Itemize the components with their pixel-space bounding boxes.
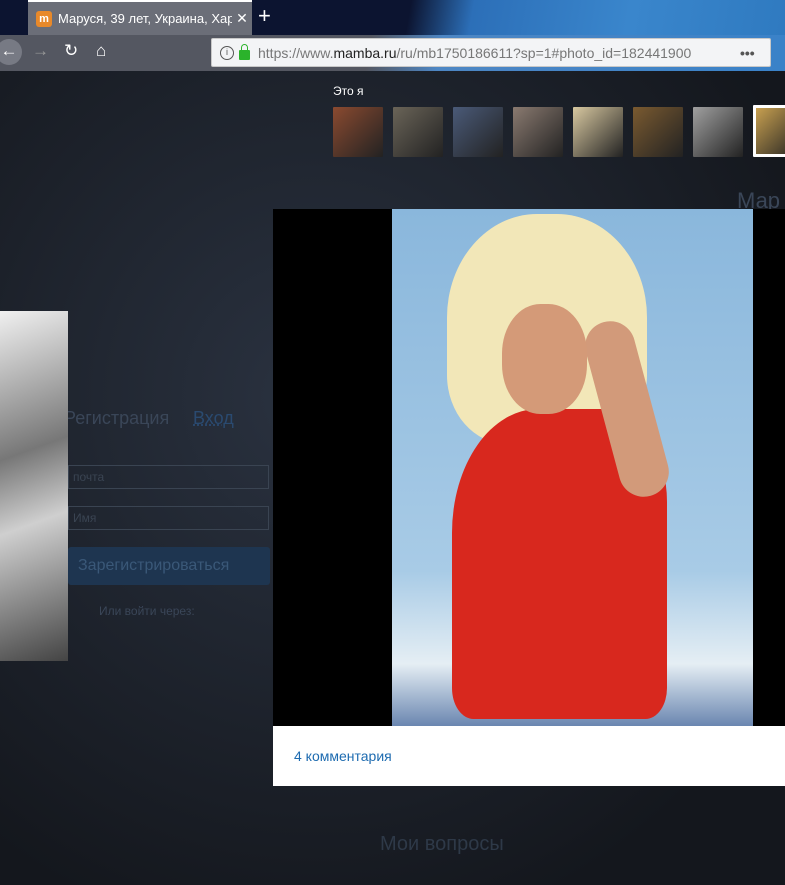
page-actions-icon[interactable]: ••• bbox=[740, 45, 770, 61]
browser-tab[interactable]: m Маруся, 39 лет, Украина, Харь ✕ bbox=[28, 0, 252, 35]
photo-thumbnail[interactable] bbox=[573, 107, 623, 157]
new-tab-button[interactable]: + bbox=[258, 3, 271, 29]
address-bar[interactable]: i https://www.mamba.ru/ru/mb1750186611?s… bbox=[211, 38, 771, 67]
back-icon[interactable]: ← bbox=[0, 39, 22, 65]
tab-bar: m Маруся, 39 лет, Украина, Харь ✕ + bbox=[0, 0, 785, 35]
main-photo bbox=[392, 209, 753, 726]
photo-thumbnail[interactable] bbox=[513, 107, 563, 157]
photo-viewer[interactable] bbox=[273, 209, 785, 726]
photo-thumbnail[interactable] bbox=[333, 107, 383, 157]
url-text[interactable]: https://www.mamba.ru/ru/mb1750186611?sp=… bbox=[258, 45, 740, 61]
home-icon[interactable]: ⌂ bbox=[96, 41, 106, 61]
name-field: Имя bbox=[68, 506, 269, 530]
photo-thumbnail[interactable] bbox=[753, 105, 785, 157]
or-login-label: Или войти через: bbox=[99, 604, 195, 618]
photo-thumbnail[interactable] bbox=[393, 107, 443, 157]
comments-bar: 4 комментария bbox=[273, 726, 785, 786]
login-tab: Вход bbox=[193, 408, 234, 428]
reload-icon[interactable]: ↻ bbox=[64, 41, 78, 61]
photo-thumbnail[interactable] bbox=[633, 107, 683, 157]
register-button: Зарегистрироваться bbox=[68, 547, 270, 585]
previous-photo[interactable] bbox=[0, 311, 68, 661]
my-questions-heading: Мои вопросы bbox=[380, 833, 504, 855]
lock-icon bbox=[239, 43, 250, 60]
album-label: Это я bbox=[333, 84, 364, 98]
forward-icon[interactable]: → bbox=[32, 41, 49, 61]
register-tab: Регистрация bbox=[64, 408, 170, 428]
comments-link[interactable]: 4 комментария bbox=[294, 748, 392, 764]
photo-thumbnail[interactable] bbox=[693, 107, 743, 157]
thumbnail-strip bbox=[333, 105, 785, 157]
info-icon[interactable]: i bbox=[220, 45, 234, 60]
close-tab-icon[interactable]: ✕ bbox=[232, 10, 252, 27]
photo-thumbnail[interactable] bbox=[453, 107, 503, 157]
mamba-favicon-icon: m bbox=[36, 10, 52, 27]
tab-title: Маруся, 39 лет, Украина, Харь bbox=[58, 11, 232, 26]
email-field: почта bbox=[68, 465, 269, 489]
